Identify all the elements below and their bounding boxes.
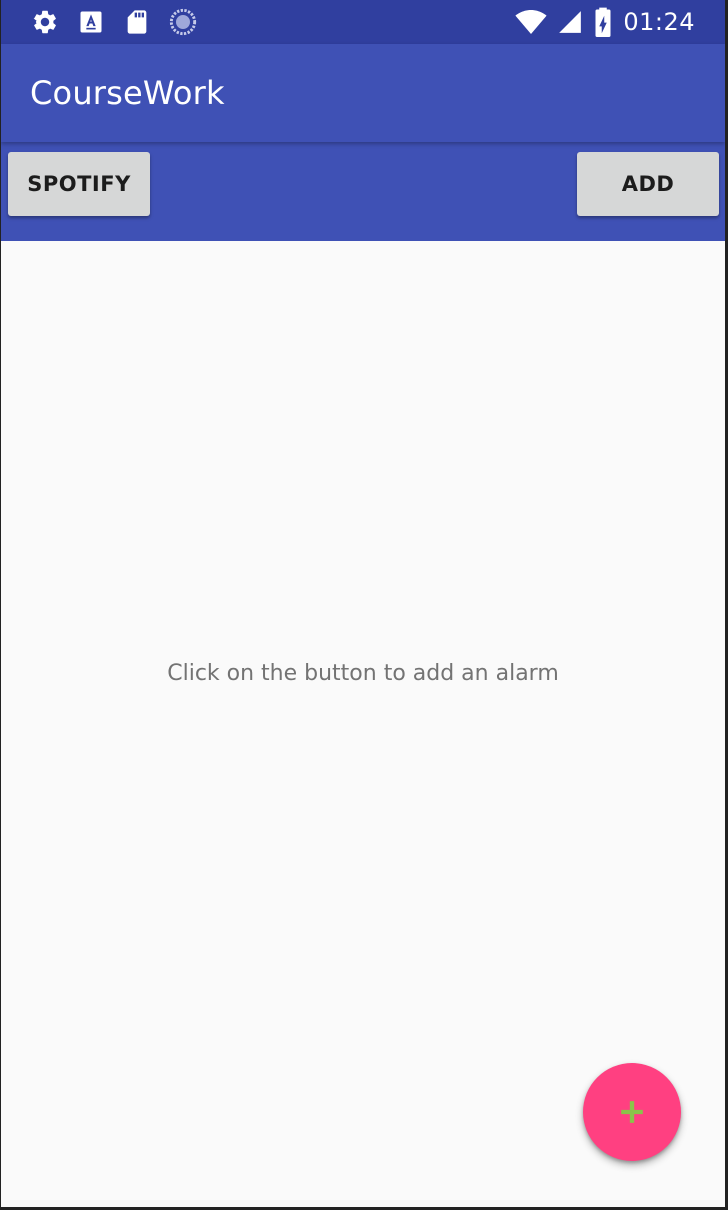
- status-time: 01:24: [623, 8, 695, 36]
- font-a-icon: [80, 11, 102, 33]
- sync-progress-icon: [169, 8, 197, 36]
- app-screen: 01:24 CourseWork SPOTIFY ADD Click on th…: [0, 0, 728, 1210]
- status-left-icons: [31, 8, 197, 36]
- signal-icon: [559, 11, 582, 33]
- status-bar: 01:24: [1, 0, 725, 44]
- status-right-icons: 01:24: [515, 6, 695, 38]
- app-title: CourseWork: [30, 74, 225, 112]
- plus-icon: [621, 1101, 643, 1123]
- spotify-button[interactable]: SPOTIFY: [8, 152, 150, 216]
- add-button[interactable]: ADD: [577, 152, 719, 216]
- wifi-icon: [515, 10, 547, 34]
- app-bar: CourseWork: [1, 44, 725, 142]
- settings-icon: [33, 10, 56, 34]
- empty-state-message: Click on the button to add an alarm: [167, 661, 559, 686]
- sd-card-icon: [127, 10, 147, 34]
- alarm-list-area: Click on the button to add an alarm: [1, 241, 725, 1207]
- add-alarm-fab[interactable]: [583, 1063, 681, 1161]
- button-row: SPOTIFY ADD: [1, 142, 725, 241]
- battery-charging-icon: [595, 7, 611, 37]
